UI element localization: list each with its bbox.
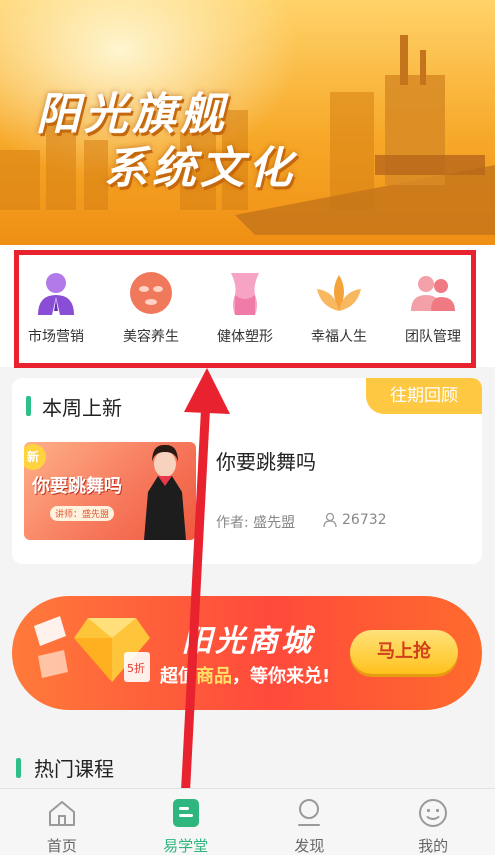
past-review-button[interactable]: 往期回顾 [366,378,482,414]
section-title-weekly: 本周上新 [42,396,122,420]
thumbnail-title: 你要跳舞吗 [32,476,122,497]
aircraft-carrier-icon [235,35,495,235]
promo-title: 阳光商城 [182,624,314,659]
section-title-hot: 热门课程 [34,757,114,781]
course-icon [170,797,202,829]
section-marker [16,758,21,778]
hero-banner[interactable]: 阳光旗舰 系统文化 [0,0,495,245]
views-count: 26732 [342,512,387,528]
profile-icon [417,797,449,829]
course-title[interactable]: 你要跳舞吗 [216,446,316,475]
lecturer-portrait [144,444,186,540]
grab-now-button[interactable]: 马上抢 [350,630,458,674]
new-badge: 新 [24,444,46,470]
promo-subtitle: 超值商品，等你来兑! [160,666,331,687]
bottom-tab-bar: 首页 易学堂 发现 我的 [0,788,495,855]
tab-home[interactable]: 首页 [0,789,124,855]
home-icon [46,797,78,829]
diamond-icon: 5折 [74,618,150,682]
user-icon [323,512,337,528]
app-page: 阳光旗舰 系统文化 市场营销 美容养生 健体塑形 幸福人生 团队管理 本周上新 … [0,0,495,855]
mall-promo-banner[interactable]: 5折 阳光商城 超值商品，等你来兑! 马上抢 [12,596,482,710]
weekly-new-card: 本周上新 往期回顾 新 你要跳舞吗 讲师：盛先盟 你要跳舞吗 作者: 盛先盟 2… [12,378,482,564]
coupon-discount: 5折 [127,661,145,675]
ribbon-decoration [34,616,68,678]
discover-icon [293,797,325,829]
tab-course[interactable]: 易学堂 [124,789,248,855]
section-marker [26,396,31,416]
highlight-box [14,250,476,368]
course-views: 26732 [322,512,387,528]
thumbnail-lecturer: 讲师：盛先盟 [50,506,115,521]
course-author: 作者: 盛先盟 [216,515,296,531]
tab-discover[interactable]: 发现 [248,789,372,855]
banner-title-line2: 系统文化 [104,143,296,194]
course-thumbnail[interactable]: 新 你要跳舞吗 讲师：盛先盟 [24,442,196,540]
tab-profile[interactable]: 我的 [371,789,495,855]
